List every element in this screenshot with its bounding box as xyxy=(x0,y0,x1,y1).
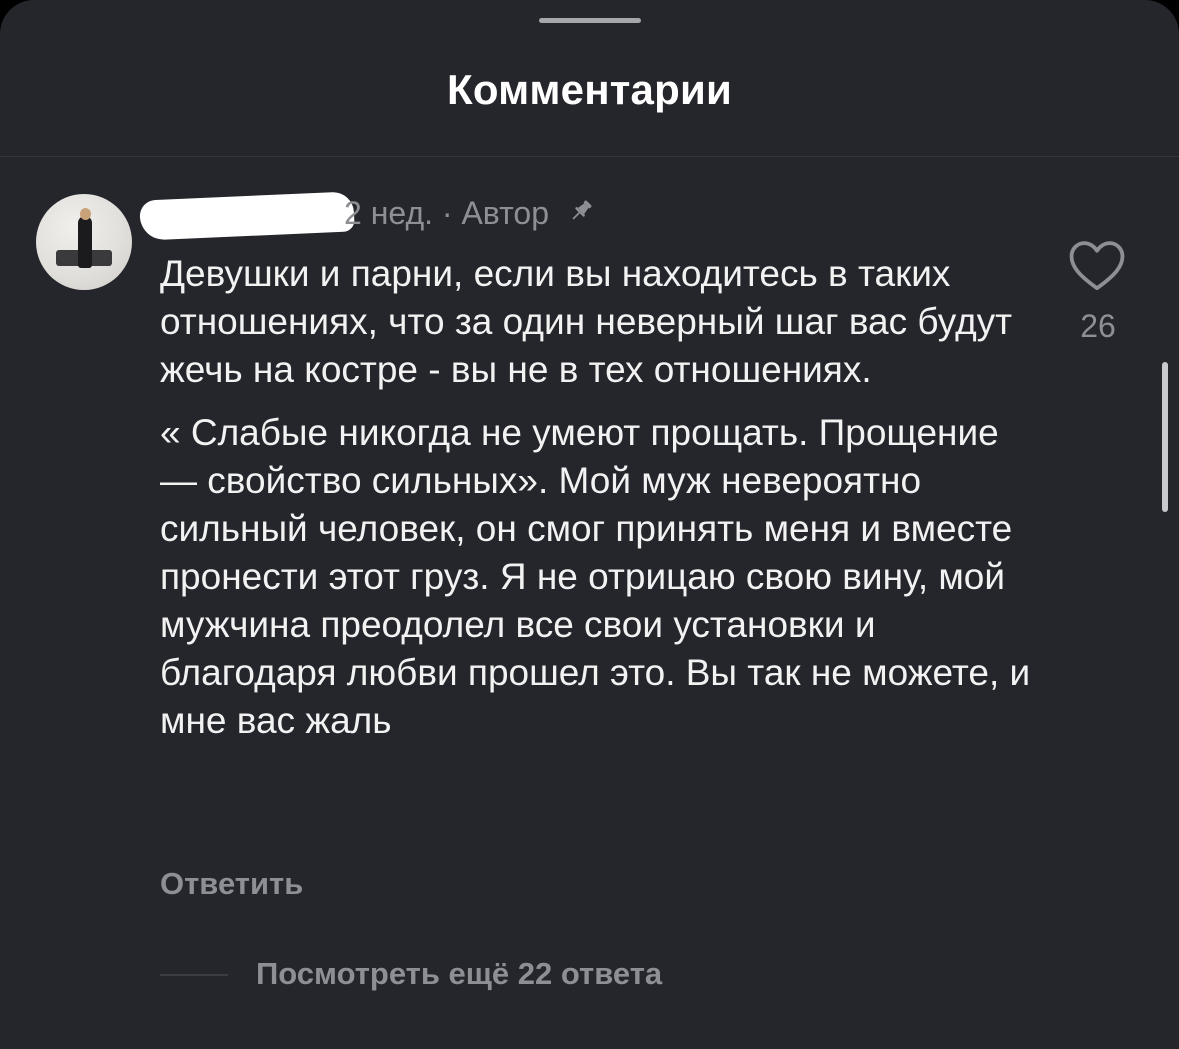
header-divider xyxy=(0,156,1179,157)
comment-meta: 2 нед. · Автор xyxy=(344,195,596,234)
avatar[interactable] xyxy=(36,194,132,290)
sheet-grabber[interactable] xyxy=(539,18,641,23)
comment-time: 2 нед. xyxy=(344,195,434,231)
meta-separator: · xyxy=(441,195,453,231)
author-badge: Автор xyxy=(461,195,549,231)
reply-button[interactable]: Ответить xyxy=(160,866,303,902)
like-count: 26 xyxy=(1080,308,1116,344)
pin-icon xyxy=(566,196,596,234)
like-button[interactable] xyxy=(1066,236,1128,297)
comment-paragraph: Девушки и парни, если вы находитесь в та… xyxy=(160,253,1013,390)
redacted-username xyxy=(139,191,355,241)
view-more-replies-button[interactable]: Посмотреть ещё 22 ответа xyxy=(256,956,662,992)
sheet-title: Комментарии xyxy=(446,66,733,113)
comment-body: Девушки и парни, если вы находитесь в та… xyxy=(160,250,1040,745)
heart-icon xyxy=(1069,241,1125,291)
comments-sheet: Комментарии 2 нед. · Автор Девушки и пар… xyxy=(0,0,1179,1049)
scrollbar[interactable] xyxy=(1162,362,1168,512)
replies-line xyxy=(160,974,228,976)
comment-paragraph: « Слабые никогда не умеют прощать. Проще… xyxy=(160,412,1031,741)
